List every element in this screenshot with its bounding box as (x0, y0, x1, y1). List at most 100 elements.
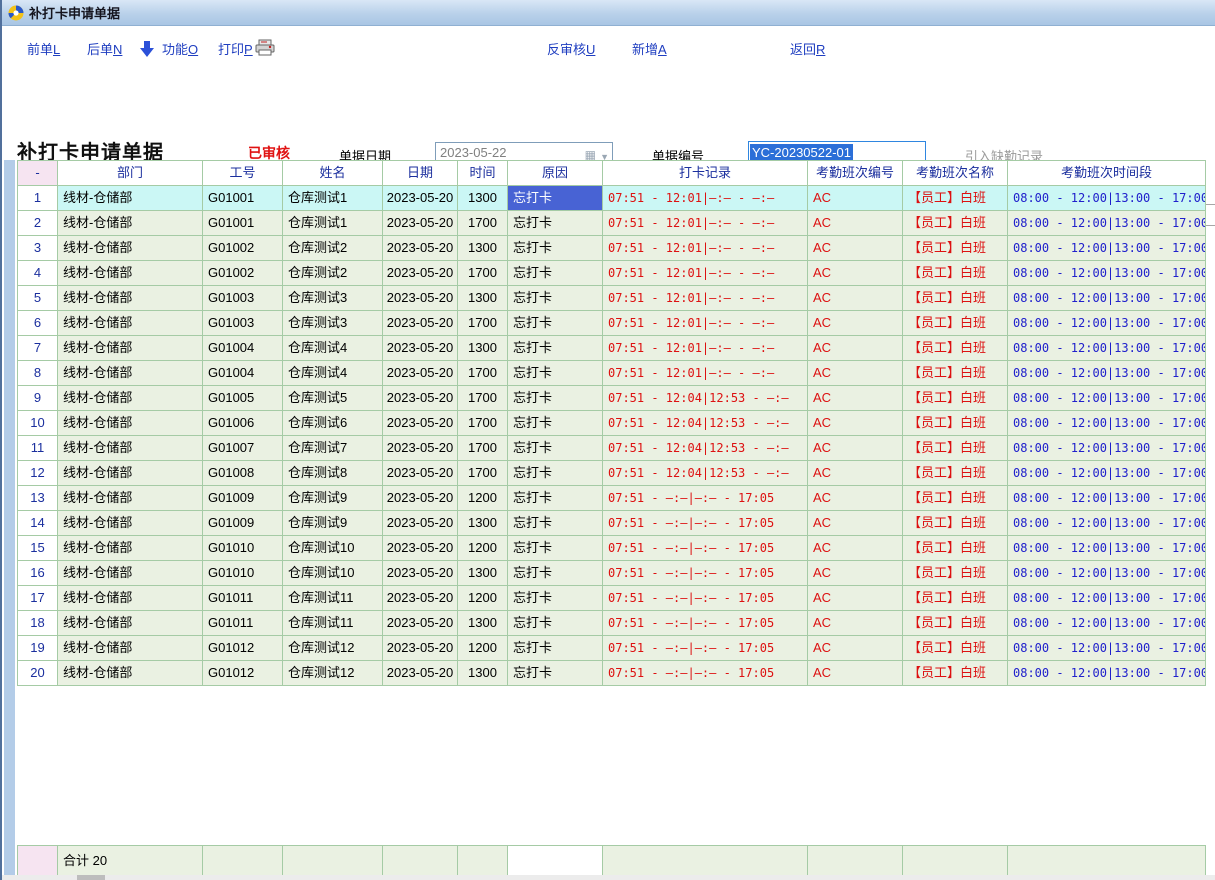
table-cell[interactable]: 1300 (458, 236, 508, 261)
table-cell[interactable]: 07:51 - 12:01|—:— - —:— (603, 236, 808, 261)
table-cell[interactable]: AC (808, 611, 903, 636)
table-cell[interactable]: G01011 (203, 586, 283, 611)
table-cell[interactable]: 08:00 - 12:00|13:00 - 17:00 (1008, 586, 1206, 611)
table-cell[interactable]: 07:51 - 12:01|—:— - —:— (603, 336, 808, 361)
table-cell[interactable]: 忘打卡 (508, 536, 603, 561)
table-cell[interactable]: 08:00 - 12:00|13:00 - 17:00 (1008, 286, 1206, 311)
table-row[interactable]: 13线材-仓储部G01009仓库测试92023-05-201200忘打卡07:5… (18, 486, 1206, 511)
table-cell[interactable]: G01006 (203, 411, 283, 436)
scrollbar-thumb[interactable] (77, 875, 105, 880)
table-cell[interactable]: 【员工】白班 (903, 561, 1008, 586)
table-cell[interactable]: 07:51 - —:—|—:— - 17:05 (603, 586, 808, 611)
table-cell[interactable]: 线材-仓储部 (58, 636, 203, 661)
table-row[interactable]: 7线材-仓储部G01004仓库测试42023-05-201300忘打卡07:51… (18, 336, 1206, 361)
table-cell[interactable]: 【员工】白班 (903, 261, 1008, 286)
table-cell[interactable]: 1700 (458, 361, 508, 386)
table-cell[interactable]: 线材-仓储部 (58, 586, 203, 611)
table-cell[interactable]: 线材-仓储部 (58, 336, 203, 361)
table-cell[interactable]: 1300 (458, 286, 508, 311)
summary-cell[interactable] (1008, 846, 1206, 876)
table-cell[interactable]: 仓库测试2 (283, 236, 383, 261)
table-row[interactable]: 20线材-仓储部G01012仓库测试122023-05-201300忘打卡07:… (18, 661, 1206, 686)
table-cell[interactable]: 【员工】白班 (903, 436, 1008, 461)
table-cell[interactable]: 07:51 - 12:04|12:53 - —:— (603, 386, 808, 411)
table-cell[interactable]: G01011 (203, 611, 283, 636)
table-cell[interactable]: AC (808, 661, 903, 686)
table-cell[interactable]: 1200 (458, 586, 508, 611)
table-cell[interactable]: 08:00 - 12:00|13:00 - 17:00 (1008, 561, 1206, 586)
table-cell[interactable]: G01001 (203, 211, 283, 236)
table-cell[interactable]: 07:51 - 12:04|12:53 - —:— (603, 461, 808, 486)
table-cell[interactable]: 2023-05-20 (383, 536, 458, 561)
table-cell[interactable]: 线材-仓储部 (58, 261, 203, 286)
table-cell[interactable]: 忘打卡 (508, 611, 603, 636)
table-cell[interactable]: 08:00 - 12:00|13:00 - 17:00 (1008, 411, 1206, 436)
table-cell[interactable]: 忘打卡 (508, 261, 603, 286)
row-number-cell[interactable]: 8 (18, 361, 58, 386)
table-row[interactable]: 5线材-仓储部G01003仓库测试32023-05-201300忘打卡07:51… (18, 286, 1206, 311)
table-cell[interactable]: AC (808, 486, 903, 511)
table-cell[interactable]: 2023-05-20 (383, 336, 458, 361)
table-cell[interactable]: 【员工】白班 (903, 361, 1008, 386)
table-cell[interactable]: 【员工】白班 (903, 411, 1008, 436)
table-cell[interactable]: G01008 (203, 461, 283, 486)
table-cell[interactable]: 08:00 - 12:00|13:00 - 17:00 (1008, 461, 1206, 486)
table-cell[interactable]: 07:51 - —:—|—:— - 17:05 (603, 511, 808, 536)
summary-cell[interactable] (383, 846, 458, 876)
table-cell[interactable]: 仓库测试5 (283, 386, 383, 411)
table-cell[interactable]: AC (808, 311, 903, 336)
row-number-cell[interactable]: 11 (18, 436, 58, 461)
row-number-cell[interactable]: 12 (18, 461, 58, 486)
table-cell[interactable]: 仓库测试8 (283, 461, 383, 486)
table-cell[interactable]: 07:51 - 12:01|—:— - —:— (603, 361, 808, 386)
table-cell[interactable]: 2023-05-20 (383, 261, 458, 286)
table-cell[interactable]: 1700 (458, 411, 508, 436)
table-cell[interactable]: G01007 (203, 436, 283, 461)
table-cell[interactable]: 忘打卡 (508, 586, 603, 611)
return-button[interactable]: 返回R (790, 39, 825, 58)
table-cell[interactable]: 1300 (458, 186, 508, 211)
table-cell[interactable]: 【员工】白班 (903, 586, 1008, 611)
table-row[interactable]: 3线材-仓储部G01002仓库测试22023-05-201300忘打卡07:51… (18, 236, 1206, 261)
table-cell[interactable]: AC (808, 461, 903, 486)
table-cell[interactable]: 线材-仓储部 (58, 661, 203, 686)
row-number-cell[interactable]: 10 (18, 411, 58, 436)
row-number-cell[interactable]: 3 (18, 236, 58, 261)
table-cell[interactable]: 1700 (458, 261, 508, 286)
table-cell[interactable]: 【员工】白班 (903, 611, 1008, 636)
table-row[interactable]: 10线材-仓储部G01006仓库测试62023-05-201700忘打卡07:5… (18, 411, 1206, 436)
table-cell[interactable]: 2023-05-20 (383, 186, 458, 211)
summary-total-cell[interactable]: 合计 20 (58, 846, 203, 876)
table-cell[interactable]: 2023-05-20 (383, 586, 458, 611)
table-cell[interactable]: 忘打卡 (508, 236, 603, 261)
table-cell[interactable]: 1200 (458, 636, 508, 661)
table-cell[interactable]: 2023-05-20 (383, 411, 458, 436)
table-cell[interactable]: 2023-05-20 (383, 486, 458, 511)
table-cell[interactable]: 仓库测试12 (283, 636, 383, 661)
table-cell[interactable]: 1700 (458, 436, 508, 461)
table-cell[interactable]: 07:51 - —:—|—:— - 17:05 (603, 486, 808, 511)
table-cell[interactable]: 08:00 - 12:00|13:00 - 17:00 (1008, 211, 1206, 236)
row-number-cell[interactable]: 16 (18, 561, 58, 586)
table-cell[interactable]: AC (808, 211, 903, 236)
row-number-cell[interactable]: 2 (18, 211, 58, 236)
table-cell[interactable]: 07:51 - —:—|—:— - 17:05 (603, 636, 808, 661)
table-cell[interactable]: AC (808, 286, 903, 311)
table-row[interactable]: 15线材-仓储部G01010仓库测试102023-05-201200忘打卡07:… (18, 536, 1206, 561)
table-row[interactable]: 4线材-仓储部G01002仓库测试22023-05-201700忘打卡07:51… (18, 261, 1206, 286)
table-cell[interactable]: 2023-05-20 (383, 361, 458, 386)
table-cell[interactable]: 08:00 - 12:00|13:00 - 17:00 (1008, 511, 1206, 536)
table-cell[interactable]: AC (808, 411, 903, 436)
print-button[interactable]: 打印P (218, 39, 253, 58)
row-number-cell[interactable]: 13 (18, 486, 58, 511)
table-cell[interactable]: 【员工】白班 (903, 186, 1008, 211)
table-row[interactable]: 1线材-仓储部G01001仓库测试12023-05-201300忘打卡07:51… (18, 186, 1206, 211)
table-cell[interactable]: 07:51 - —:—|—:— - 17:05 (603, 561, 808, 586)
table-cell[interactable]: 【员工】白班 (903, 236, 1008, 261)
table-cell[interactable]: 1300 (458, 336, 508, 361)
table-cell[interactable]: 仓库测试9 (283, 511, 383, 536)
horizontal-scrollbar[interactable] (2, 875, 1215, 880)
table-cell[interactable]: 【员工】白班 (903, 461, 1008, 486)
table-cell[interactable]: 08:00 - 12:00|13:00 - 17:00 (1008, 661, 1206, 686)
table-cell[interactable]: 线材-仓储部 (58, 511, 203, 536)
